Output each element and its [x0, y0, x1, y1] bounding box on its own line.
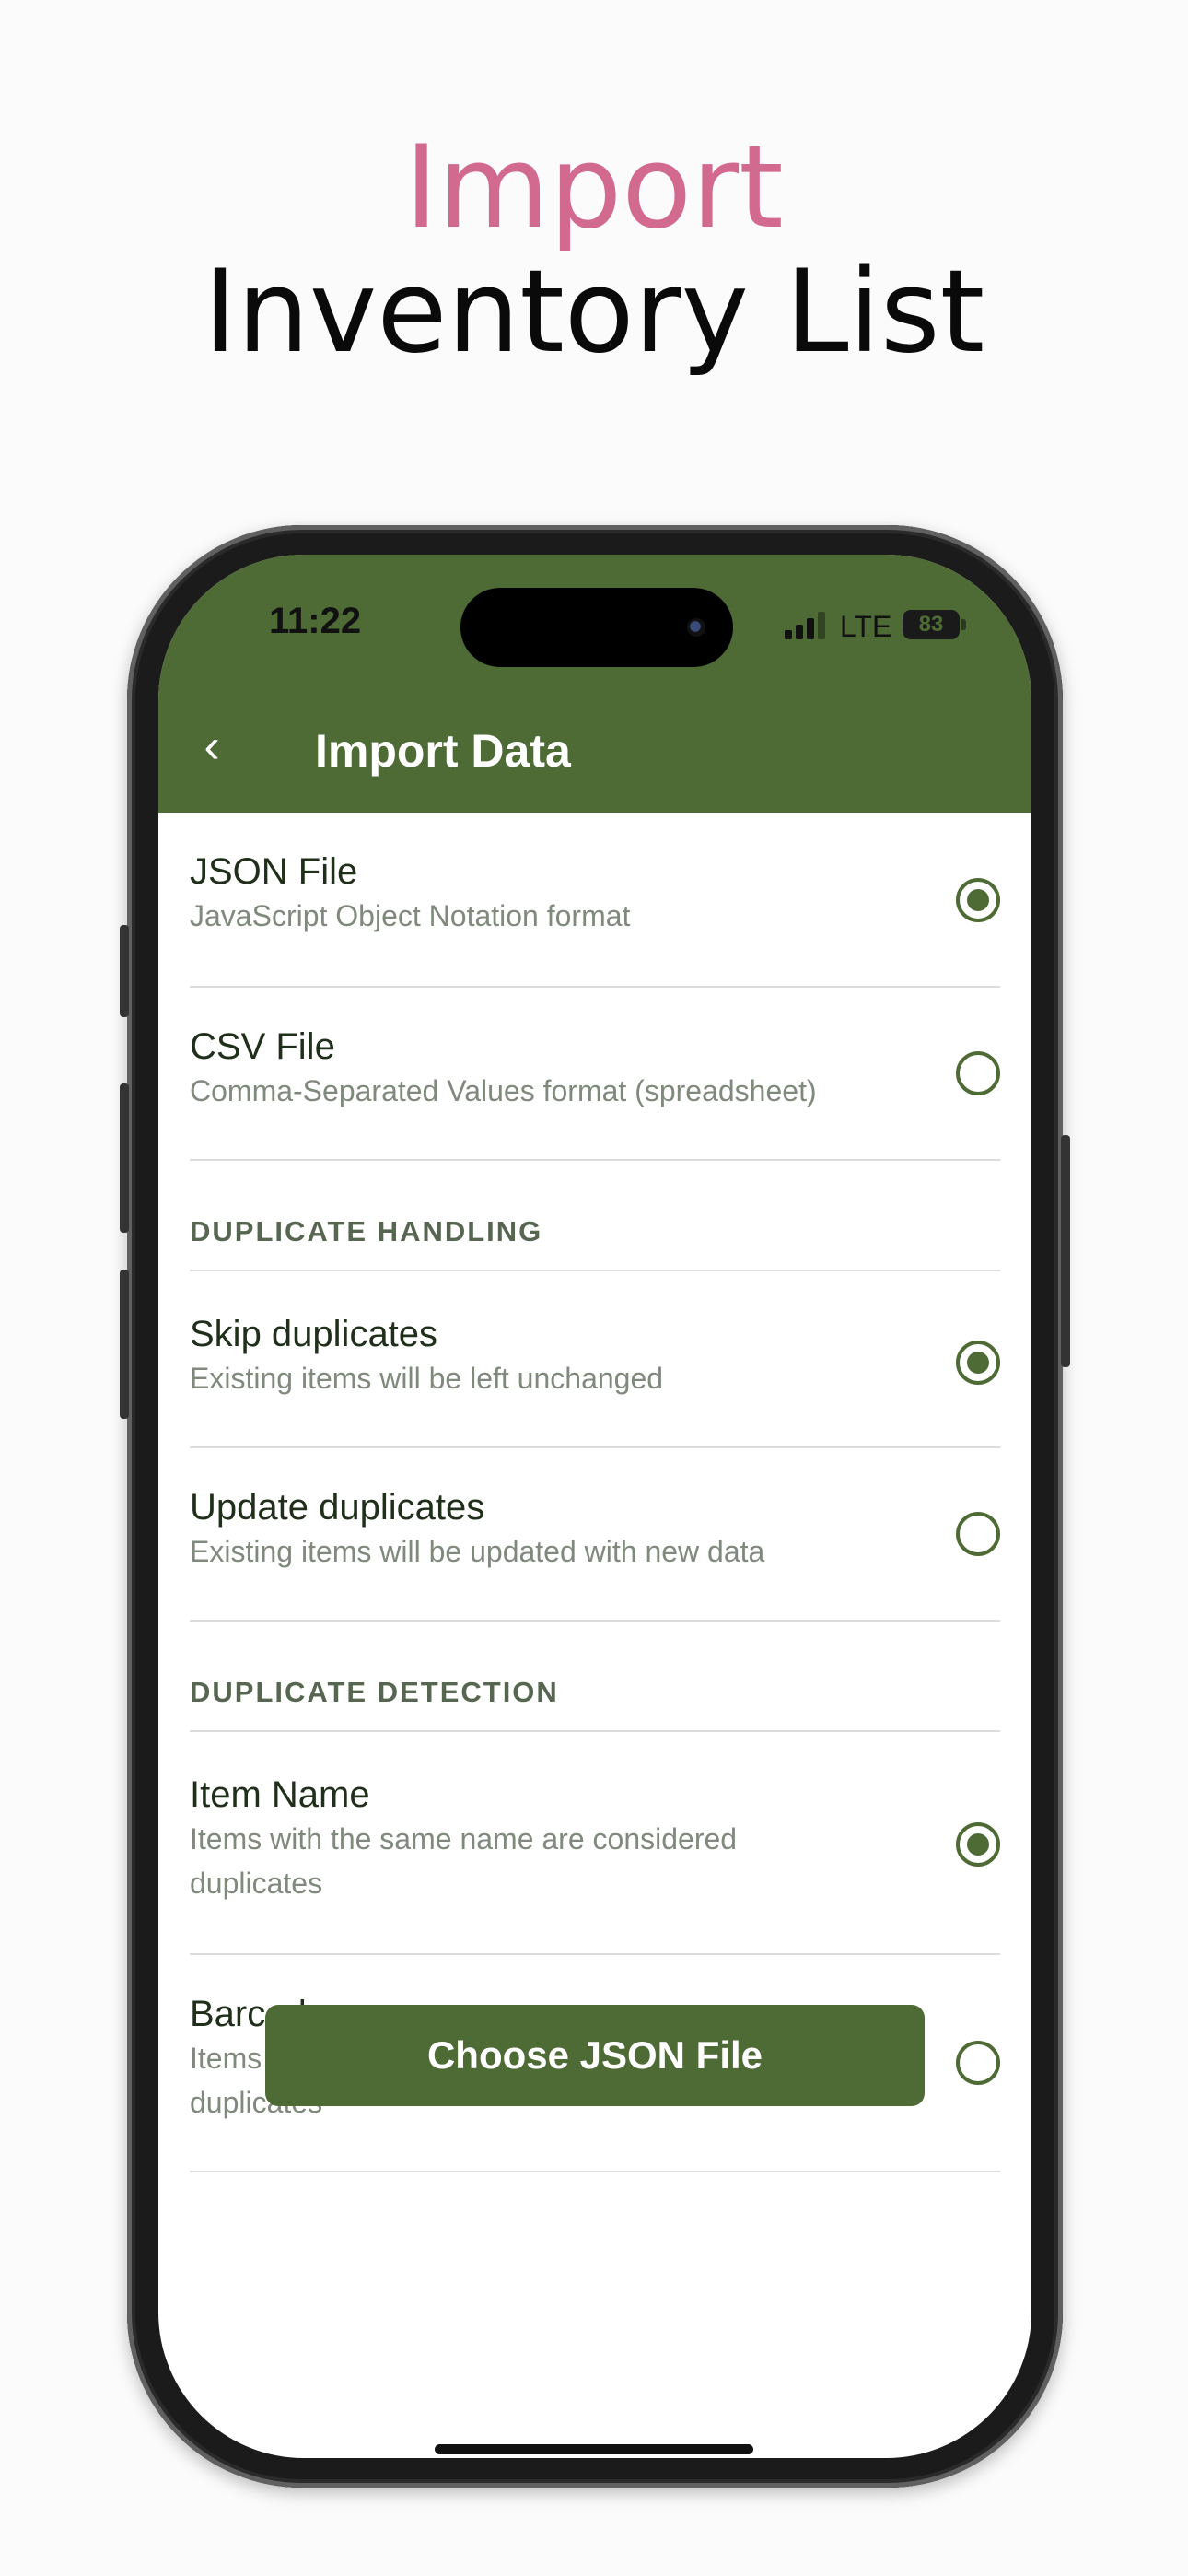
headline-line-2: Inventory List	[203, 245, 985, 379]
radio-selected-icon[interactable]	[956, 1341, 1000, 1385]
option-title: CSV File	[190, 1026, 335, 1067]
option-subtitle: Existing items will be left unchanged	[190, 1362, 664, 1395]
section-header-duplicate-detection: DUPLICATE DETECTION	[190, 1622, 1000, 1732]
option-title: Item Name	[190, 1774, 370, 1815]
option-skip-duplicates[interactable]: Skip duplicates Existing items will be l…	[190, 1271, 1000, 1448]
option-subtitle: Items with the same name are considered …	[190, 1822, 738, 1900]
phone-screen: 11:22 LTE 83 ‹ Import Data JSON File Jav…	[158, 555, 1031, 2458]
battery-level: 83	[918, 612, 944, 637]
radio-unselected-icon[interactable]	[956, 2041, 1000, 2085]
marketing-headline: Import Inventory List	[0, 120, 1188, 381]
option-subtitle: Comma-Separated Values format (spreadshe…	[190, 1074, 817, 1107]
option-title: Update duplicates	[190, 1487, 485, 1528]
radio-unselected-icon[interactable]	[956, 1051, 1000, 1095]
status-time: 11:22	[269, 601, 362, 641]
signal-icon	[785, 612, 827, 639]
dynamic-island	[460, 588, 733, 667]
radio-selected-icon[interactable]	[956, 1822, 1000, 1867]
navigation-bar: 11:22 LTE 83 ‹ Import Data	[158, 555, 1031, 813]
option-title: Skip duplicates	[190, 1314, 438, 1354]
radio-unselected-icon[interactable]	[956, 1512, 1000, 1556]
choose-file-button[interactable]: Choose JSON File	[265, 2005, 925, 2106]
camera-icon	[687, 618, 705, 637]
option-csv-file[interactable]: CSV File Comma-Separated Values format (…	[190, 988, 1000, 1161]
battery-cap	[961, 619, 966, 630]
nav-title: Import Data	[315, 725, 571, 777]
volume-up-button	[120, 1083, 129, 1233]
option-json-file[interactable]: JSON File JavaScript Object Notation for…	[190, 813, 1000, 988]
chevron-left-icon: ‹	[204, 720, 220, 773]
back-button[interactable]: ‹	[184, 719, 239, 774]
option-subtitle: Existing items will be updated with new …	[190, 1535, 765, 1568]
action-button	[120, 925, 129, 1017]
network-type: LTE	[840, 610, 892, 643]
option-update-duplicates[interactable]: Update duplicates Existing items will be…	[190, 1448, 1000, 1622]
battery-icon: 83	[903, 610, 960, 639]
volume-down-button	[120, 1270, 129, 1419]
power-button	[1061, 1135, 1070, 1367]
option-subtitle: JavaScript Object Notation format	[190, 899, 631, 932]
home-indicator[interactable]	[435, 2444, 753, 2454]
option-title: JSON File	[190, 851, 358, 892]
import-options: JSON File JavaScript Object Notation for…	[158, 813, 1031, 2172]
radio-selected-icon[interactable]	[956, 878, 1000, 922]
section-header-duplicate-handling: DUPLICATE HANDLING	[190, 1161, 1000, 1271]
option-item-name[interactable]: Item Name Items with the same name are c…	[190, 1732, 1000, 1955]
headline-line-1: Import	[404, 122, 784, 254]
